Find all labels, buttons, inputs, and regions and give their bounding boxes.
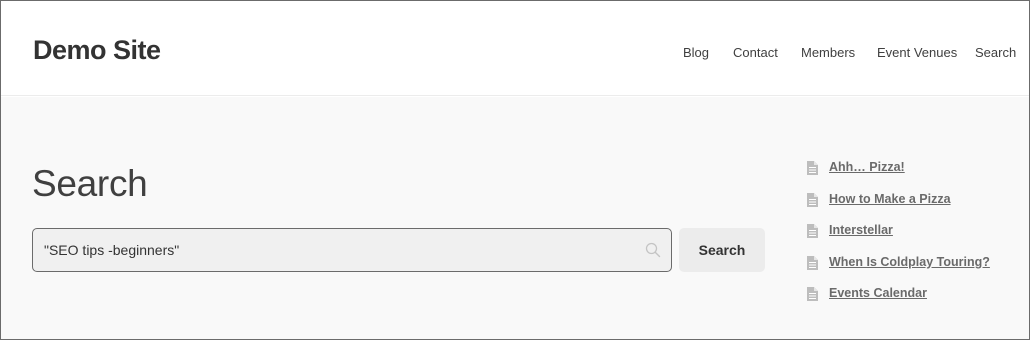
search-icon bbox=[645, 242, 661, 258]
post-link-coldplay-touring[interactable]: When Is Coldplay Touring? bbox=[829, 255, 990, 269]
page-title: Search bbox=[32, 163, 148, 204]
main-nav: Blog Contact Members Event Venues Search bbox=[1, 45, 1029, 65]
document-icon bbox=[807, 224, 818, 239]
post-link-ahh-pizza[interactable]: Ahh… Pizza! bbox=[829, 160, 905, 174]
nav-item-search[interactable]: Search bbox=[975, 45, 1016, 60]
document-icon bbox=[807, 287, 818, 302]
document-icon bbox=[807, 161, 818, 175]
search-field-wrapper bbox=[32, 228, 672, 272]
nav-item-members[interactable]: Members bbox=[801, 45, 855, 60]
nav-item-event-venues[interactable]: Event Venues bbox=[877, 45, 957, 60]
nav-item-blog[interactable]: Blog bbox=[683, 45, 709, 60]
search-input[interactable] bbox=[33, 229, 633, 271]
post-link-how-to-make-a-pizza[interactable]: How to Make a Pizza bbox=[829, 192, 951, 206]
search-button[interactable]: Search bbox=[679, 228, 765, 272]
site-header: Demo Site Blog Contact Members Event Ven… bbox=[1, 1, 1029, 96]
nav-item-contact[interactable]: Contact bbox=[733, 45, 778, 60]
document-icon bbox=[807, 192, 818, 207]
main-content: Search Search Ahh… Pizza! bbox=[1, 97, 1029, 339]
document-icon bbox=[807, 255, 818, 270]
post-link-events-calendar[interactable]: Events Calendar bbox=[829, 286, 927, 300]
post-link-interstellar[interactable]: Interstellar bbox=[829, 223, 893, 237]
